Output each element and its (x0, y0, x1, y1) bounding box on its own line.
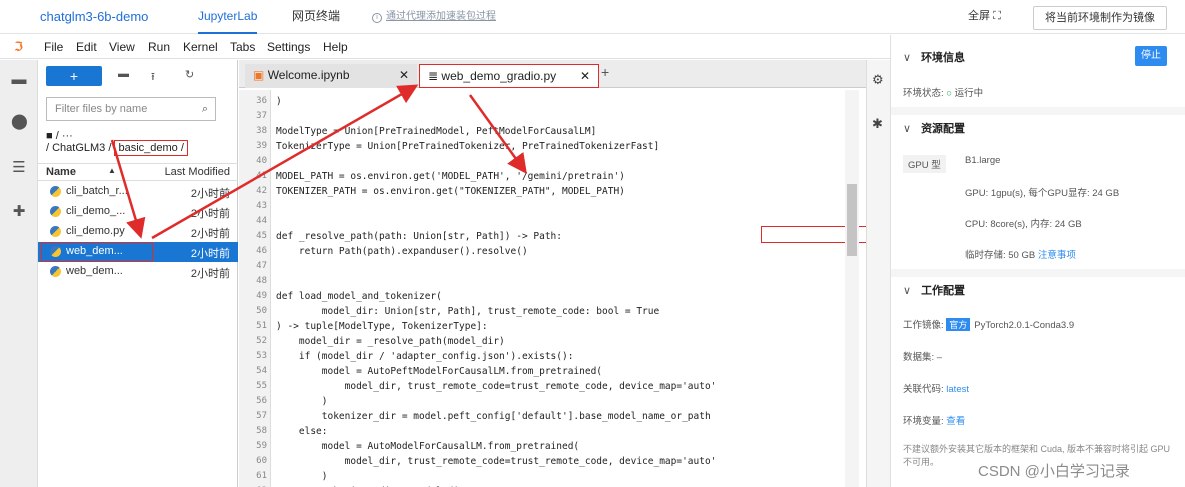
watermark: CSDN @小白学习记录 (978, 463, 1130, 480)
arrow-tab-to-path (468, 94, 527, 175)
annotation-arrows (110, 84, 527, 240)
arrow-file-to-tab (151, 84, 419, 240)
arrow-breadcrumb-to-file (110, 139, 146, 239)
